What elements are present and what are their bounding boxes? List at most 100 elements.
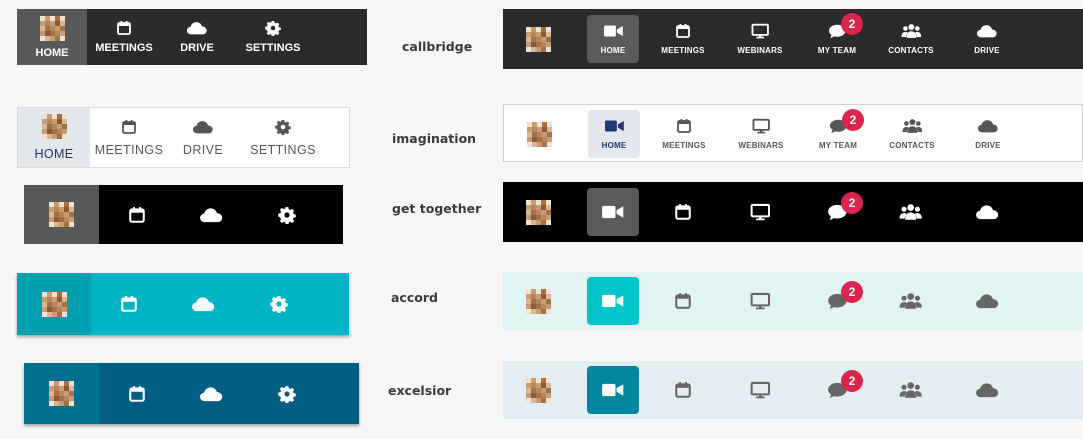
nav-item-label: WEBINARS [737, 46, 783, 55]
nav-item-webinars[interactable]: WEBINARS [730, 9, 790, 69]
cloud-icon [199, 385, 223, 403]
nav-item-drive[interactable]: DRIVE [957, 9, 1017, 69]
theme-name: imagination [392, 131, 477, 146]
nav-bar-small-excelsior [24, 363, 359, 424]
nav-item-webinars[interactable] [730, 361, 790, 419]
video-camera-icon [601, 203, 624, 221]
avatar-icon[interactable] [526, 377, 551, 403]
gear-icon [269, 295, 288, 313]
nav-item-settings[interactable]: SETTINGS [238, 108, 328, 167]
calendar-icon [674, 292, 692, 310]
avatar-icon [39, 15, 65, 41]
nav-item-meetings[interactable] [99, 363, 174, 424]
nav-item-home[interactable] [24, 363, 99, 424]
nav-item-label: MEETINGS [95, 42, 153, 54]
nav-item-drive[interactable]: DRIVE [161, 9, 233, 65]
calendar-icon [121, 119, 137, 135]
calendar-icon [116, 20, 132, 36]
nav-item-drive[interactable]: DRIVE [958, 105, 1018, 163]
nav-item-webinars[interactable]: WEBINARS [731, 105, 791, 163]
nav-item-label: SETTINGS [245, 42, 301, 54]
gear-icon [265, 20, 281, 36]
nav-item-meetings[interactable]: MEETINGS [654, 105, 714, 163]
nav-item-settings[interactable] [249, 185, 324, 244]
nav-item-home[interactable]: HOME [584, 105, 644, 163]
nav-item-label: CONTACTS [888, 46, 934, 55]
nav-item-label: DRIVE [974, 46, 1000, 55]
nav-item-meetings[interactable] [99, 185, 174, 244]
notification-badge: 2 [841, 281, 863, 303]
nav-item-home[interactable] [583, 361, 643, 419]
nav-item-drive[interactable] [957, 182, 1017, 242]
nav-item-home[interactable] [583, 272, 643, 330]
nav-item-drive[interactable] [174, 185, 249, 244]
avatar-icon[interactable] [526, 288, 551, 314]
nav-item-drive[interactable] [957, 361, 1017, 419]
nav-bar-small-accord [17, 273, 349, 335]
nav-bar-small-get-together [24, 185, 343, 244]
nav-item-meetings[interactable] [91, 273, 166, 335]
nav-item-contacts[interactable] [881, 272, 941, 330]
avatar-icon [41, 291, 67, 317]
avatar-icon [49, 381, 74, 406]
nav-item-webinars[interactable] [730, 272, 790, 330]
nav-item-label: MEETINGS [94, 142, 164, 157]
nav-item-settings[interactable]: SETTINGS [233, 9, 313, 65]
nav-item-home[interactable] [583, 182, 643, 242]
cloud-icon [975, 203, 999, 221]
cloud-icon [975, 292, 999, 310]
nav-item-label: CONTACTS [889, 141, 935, 150]
nav-item-webinars[interactable] [730, 182, 790, 242]
cloud-icon [976, 23, 998, 39]
nav-item-meetings[interactable] [653, 272, 713, 330]
notification-badge: 2 [841, 370, 863, 392]
avatar-icon[interactable] [526, 26, 551, 52]
nav-bar-small-callbridge: HOME MEETINGS DRIVE SETTINGS [17, 9, 367, 65]
notification-badge: 2 [841, 192, 863, 214]
calendar-icon [674, 381, 692, 399]
nav-item-drive[interactable] [174, 363, 249, 424]
theme-name: get together [392, 201, 482, 216]
people-icon [901, 23, 922, 39]
nav-item-meetings[interactable]: MEETINGS [90, 108, 168, 167]
monitor-icon [752, 118, 770, 134]
nav-item-drive[interactable] [166, 273, 241, 335]
avatar-icon[interactable] [527, 121, 552, 147]
nav-item-drive[interactable]: DRIVE [168, 108, 238, 167]
nav-item-label: MEETINGS [662, 141, 706, 150]
nav-bar-large-callbridge: HOME MEETINGS WEBINARS MY TEAM 2 CONTACTS DRIV… [503, 9, 1083, 69]
nav-item-label: HOME [34, 147, 74, 161]
nav-item-label: MY TEAM [817, 46, 857, 55]
nav-item-meetings[interactable]: MEETINGS [653, 9, 713, 69]
avatar-icon [41, 114, 67, 139]
nav-item-meetings[interactable] [653, 182, 713, 242]
nav-item-contacts[interactable] [881, 361, 941, 419]
nav-bar-large-excelsior: 2 [503, 361, 1083, 419]
nav-item-meetings[interactable]: MEETINGS [87, 9, 161, 65]
cloud-icon [186, 20, 208, 36]
calendar-icon [128, 206, 146, 224]
nav-item-home[interactable] [17, 273, 91, 335]
nav-item-meetings[interactable] [653, 361, 713, 419]
nav-item-home[interactable]: HOME [583, 9, 643, 69]
nav-item-home[interactable]: HOME [17, 9, 87, 65]
nav-item-home[interactable]: HOME [18, 108, 90, 167]
nav-item-label: HOME [600, 46, 626, 55]
avatar-icon[interactable] [526, 199, 551, 225]
gear-icon [275, 119, 291, 135]
calendar-icon [128, 385, 146, 403]
nav-item-label: DRIVE [180, 42, 214, 54]
nav-item-contacts[interactable] [881, 182, 941, 242]
nav-item-settings[interactable] [249, 363, 324, 424]
nav-item-settings[interactable] [241, 273, 316, 335]
cloud-icon [977, 118, 999, 134]
nav-item-label: DRIVE [182, 142, 224, 157]
nav-item-home[interactable] [24, 185, 99, 244]
notification-badge: 2 [842, 109, 864, 131]
nav-item-contacts[interactable]: CONTACTS [881, 9, 941, 69]
avatar-icon [49, 202, 74, 227]
nav-item-label: HOME [601, 141, 627, 150]
video-camera-icon [601, 292, 624, 310]
nav-item-drive[interactable] [957, 272, 1017, 330]
nav-item-contacts[interactable]: CONTACTS [882, 105, 942, 163]
